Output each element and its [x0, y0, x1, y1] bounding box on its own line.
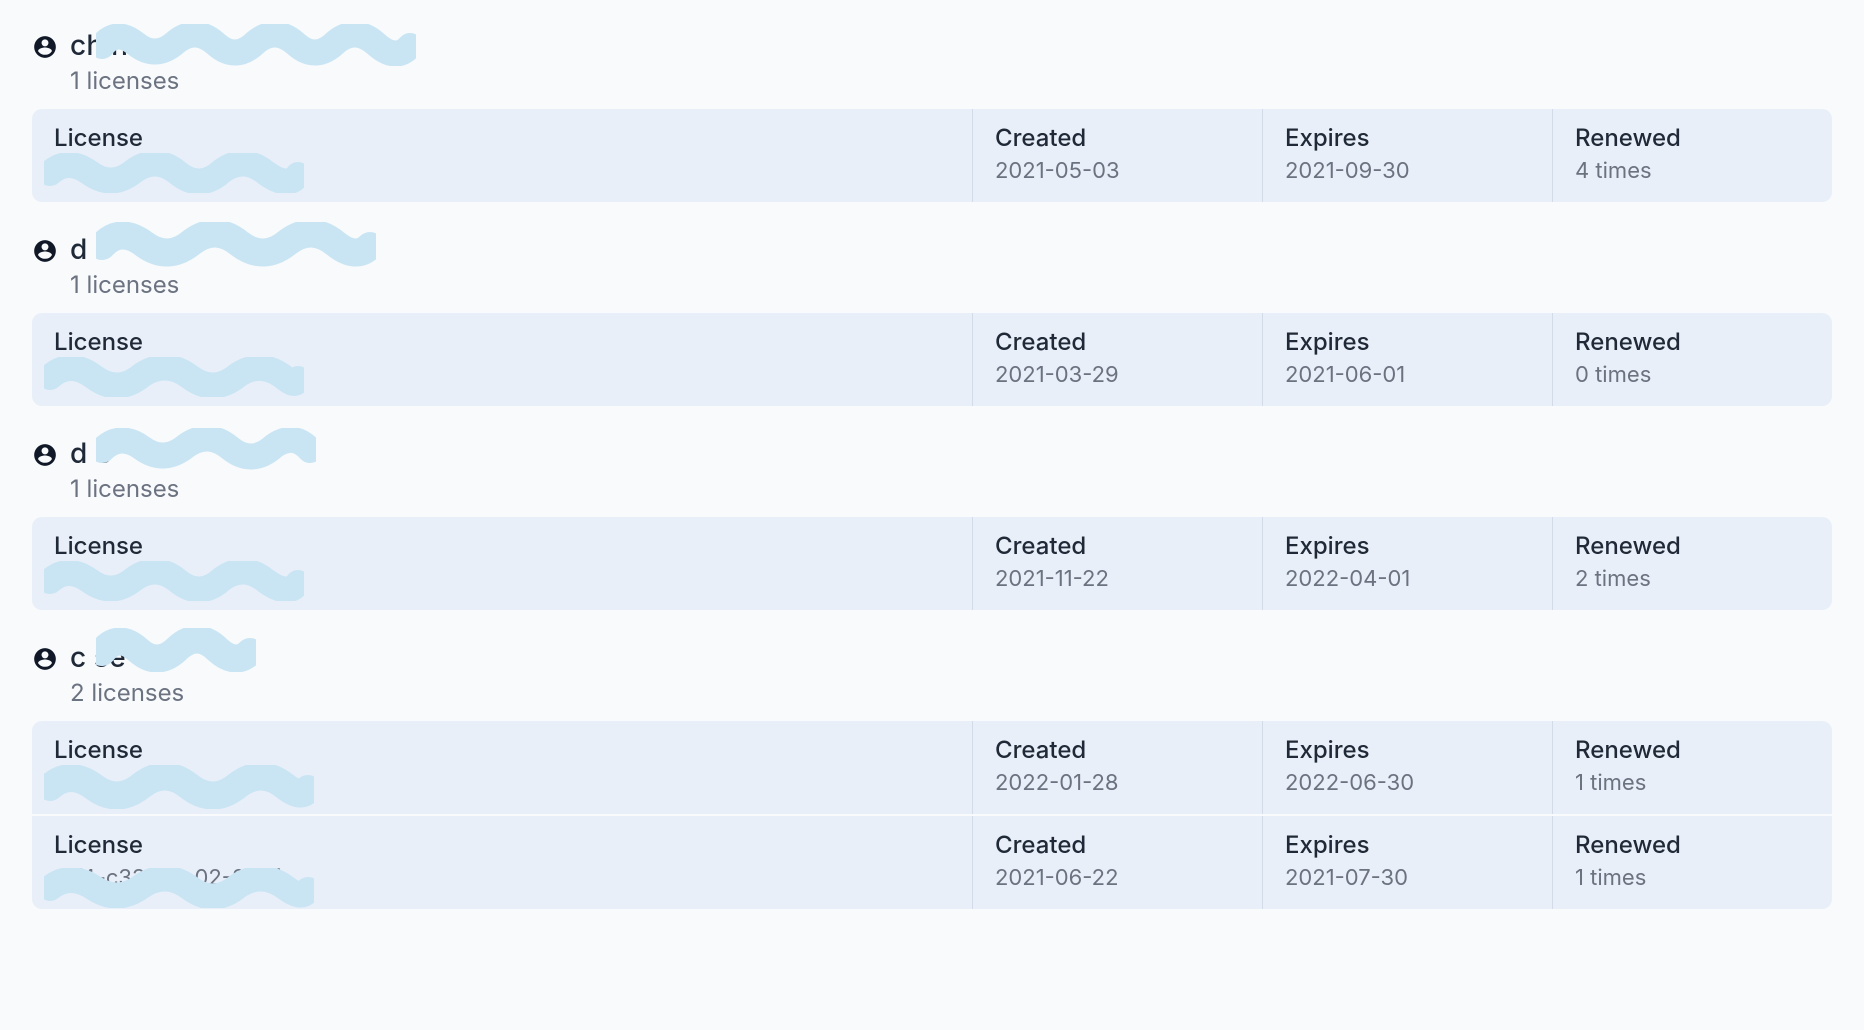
label-created: Created — [995, 830, 1240, 859]
label-expires: Expires — [1285, 735, 1530, 764]
label-license: License — [54, 830, 950, 859]
user-header: ch n 1 licenses — [32, 28, 1832, 95]
user-block: d e 1 licenses License Created 2021-11-2… — [0, 436, 1864, 640]
value-renewed: 1 times — [1575, 770, 1810, 796]
redaction-scribble — [44, 357, 304, 397]
license-row[interactable]: License Created 2021-03-29 Expires 2021-… — [32, 313, 1832, 406]
value-expires: 2021-09-30 — [1285, 158, 1530, 184]
label-renewed: Renewed — [1575, 327, 1810, 356]
cell-created: Created 2021-11-22 — [972, 517, 1262, 610]
label-created: Created — [995, 123, 1240, 152]
cell-renewed: Renewed 1 times — [1552, 816, 1832, 909]
cell-expires: Expires 2022-06-30 — [1262, 721, 1552, 814]
value-renewed: 4 times — [1575, 158, 1810, 184]
user-block: ch n 1 licenses License Created — [0, 28, 1864, 232]
account-circle-icon — [32, 646, 58, 672]
label-created: Created — [995, 327, 1240, 356]
user-header: c se 2 licenses — [32, 640, 1832, 707]
cell-expires: Expires 2022-04-01 — [1262, 517, 1552, 610]
user-name: d e — [70, 232, 179, 266]
cell-renewed: Renewed 4 times — [1552, 109, 1832, 202]
redaction-scribble — [44, 561, 304, 601]
label-renewed: Renewed — [1575, 735, 1810, 764]
label-expires: Expires — [1285, 123, 1530, 152]
user-name: d e — [70, 436, 179, 470]
value-created: 2021-06-22 — [995, 865, 1240, 891]
label-renewed: Renewed — [1575, 531, 1810, 560]
value-created: 2021-11-22 — [995, 566, 1240, 592]
label-expires: Expires — [1285, 327, 1530, 356]
label-expires: Expires — [1285, 830, 1530, 859]
cell-created: Created 2022-01-28 — [972, 721, 1262, 814]
value-created: 2022-01-28 — [995, 770, 1240, 796]
cell-expires: Expires 2021-09-30 — [1262, 109, 1552, 202]
label-license: License — [54, 123, 950, 152]
cell-renewed: Renewed 1 times — [1552, 721, 1832, 814]
label-license: License — [54, 531, 950, 560]
label-license: License — [54, 327, 950, 356]
license-card: License Created 2021-03-29 Expires 2021-… — [32, 313, 1832, 406]
label-expires: Expires — [1285, 531, 1530, 560]
cell-renewed: Renewed 0 times — [1552, 313, 1832, 406]
redaction-scribble — [44, 765, 314, 809]
label-renewed: Renewed — [1575, 830, 1810, 859]
cell-created: Created 2021-06-22 — [972, 816, 1262, 909]
account-circle-icon — [32, 238, 58, 264]
user-block: d e 1 licenses License Created 2021-03 — [0, 232, 1864, 436]
user-block: c se 2 licenses License Created 2022-01-… — [0, 640, 1864, 909]
user-license-count: 1 licenses — [70, 474, 179, 503]
cell-license: License dff4-c336-cc02-85bf — [32, 816, 972, 909]
label-license: License — [54, 735, 950, 764]
value-expires: 2021-06-01 — [1285, 362, 1530, 388]
user-header: d e 1 licenses — [32, 436, 1832, 503]
license-row[interactable]: License Created 2021-11-22 Expires 2022-… — [32, 517, 1832, 610]
value-created: 2021-05-03 — [995, 158, 1240, 184]
user-name: ch n — [70, 28, 179, 62]
cell-license: License — [32, 313, 972, 406]
account-circle-icon — [32, 442, 58, 468]
value-renewed: 1 times — [1575, 865, 1810, 891]
user-license-count: 1 licenses — [70, 66, 179, 95]
value-expires: 2021-07-30 — [1285, 865, 1530, 891]
cell-created: Created 2021-05-03 — [972, 109, 1262, 202]
license-row[interactable]: License dff4-c336-cc02-85bf Created 2021… — [32, 814, 1832, 909]
redaction-scribble — [44, 153, 304, 193]
user-header: d e 1 licenses — [32, 232, 1832, 299]
label-renewed: Renewed — [1575, 123, 1810, 152]
user-license-count: 2 licenses — [70, 678, 184, 707]
value-created: 2021-03-29 — [995, 362, 1240, 388]
cell-license: License — [32, 721, 972, 814]
label-created: Created — [995, 531, 1240, 560]
account-circle-icon — [32, 34, 58, 60]
value-renewed: 0 times — [1575, 362, 1810, 388]
user-license-count: 1 licenses — [70, 270, 179, 299]
label-created: Created — [995, 735, 1240, 764]
value-expires: 2022-04-01 — [1285, 566, 1530, 592]
value-renewed: 2 times — [1575, 566, 1810, 592]
value-license: dff4-c336-cc02-85bf — [54, 865, 950, 891]
license-card: License Created 2021-11-22 Expires 2022-… — [32, 517, 1832, 610]
cell-expires: Expires 2021-06-01 — [1262, 313, 1552, 406]
value-expires: 2022-06-30 — [1285, 770, 1530, 796]
cell-renewed: Renewed 2 times — [1552, 517, 1832, 610]
license-row[interactable]: License Created 2022-01-28 Expires 2022-… — [32, 721, 1832, 814]
license-card: License Created 2022-01-28 Expires 2022-… — [32, 721, 1832, 909]
cell-license: License — [32, 109, 972, 202]
cell-created: Created 2021-03-29 — [972, 313, 1262, 406]
user-name: c se — [70, 640, 184, 674]
license-card: License Created 2021-05-03 Expires 2021-… — [32, 109, 1832, 202]
cell-expires: Expires 2021-07-30 — [1262, 816, 1552, 909]
cell-license: License — [32, 517, 972, 610]
license-row[interactable]: License Created 2021-05-03 Expires 2021-… — [32, 109, 1832, 202]
